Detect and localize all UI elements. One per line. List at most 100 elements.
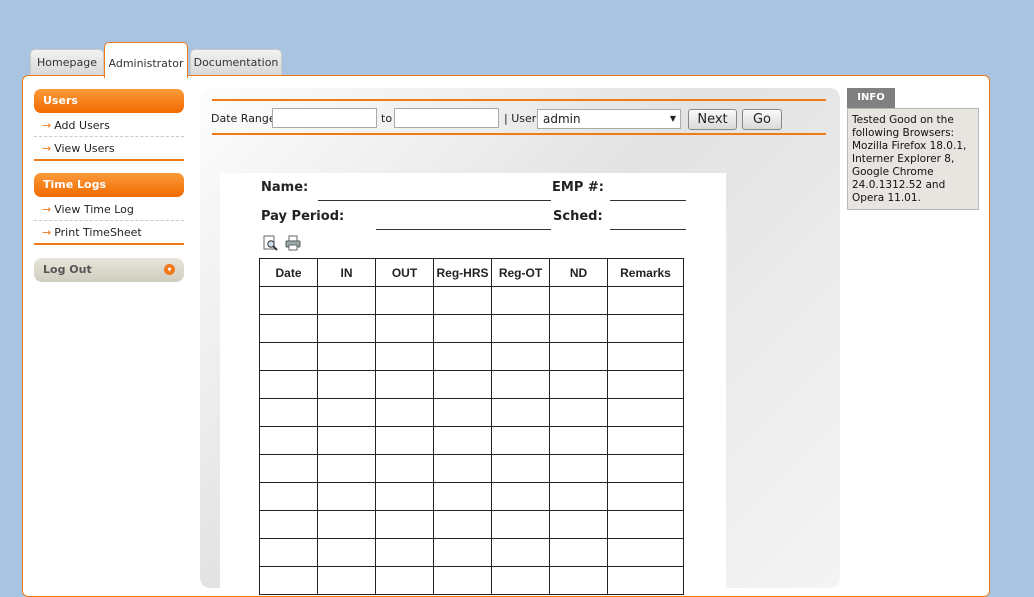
- table-row: [259, 286, 684, 315]
- sidebar-header-users[interactable]: Users: [34, 89, 184, 113]
- user-label: | User: [504, 112, 537, 125]
- column-header: Date: [259, 258, 318, 287]
- table-cell: [375, 538, 434, 567]
- sidebar-header-time-logs[interactable]: Time Logs: [34, 173, 184, 197]
- logout-button[interactable]: Log Out ▾: [34, 258, 184, 282]
- column-header: Remarks: [607, 258, 684, 287]
- table-cell: [549, 454, 608, 483]
- table-cell: [549, 342, 608, 371]
- table-row: [259, 538, 684, 567]
- table-cell: [317, 314, 376, 343]
- column-header: Reg-OT: [491, 258, 550, 287]
- go-button[interactable]: Go: [742, 109, 782, 130]
- table-row: [259, 510, 684, 539]
- table-cell: [433, 286, 492, 315]
- arrow-right-icon: →: [42, 142, 52, 155]
- table-row: [259, 314, 684, 343]
- table-cell: [549, 538, 608, 567]
- sidebar-item-label: View Time Log: [54, 203, 134, 216]
- table-cell: [607, 482, 684, 511]
- table-row: [259, 482, 684, 511]
- table-cell: [607, 314, 684, 343]
- sched-underline: [610, 229, 686, 230]
- table-cell: [491, 398, 550, 427]
- table-cell: [317, 538, 376, 567]
- table-cell: [607, 370, 684, 399]
- table-cell: [433, 398, 492, 427]
- table-cell: [317, 398, 376, 427]
- next-button[interactable]: Next: [688, 109, 737, 130]
- sidebar-item-view-time-log[interactable]: → View Time Log: [34, 198, 184, 221]
- table-row: [259, 566, 684, 595]
- table-cell: [491, 566, 550, 595]
- date-from-input[interactable]: [272, 108, 377, 128]
- name-underline: [318, 200, 551, 201]
- tab-homepage[interactable]: Homepage: [30, 49, 104, 76]
- table-cell: [491, 314, 550, 343]
- table-cell: [549, 566, 608, 595]
- arrow-right-icon: →: [42, 119, 52, 132]
- table-cell: [375, 482, 434, 511]
- table-cell: [433, 426, 492, 455]
- table-cell: [491, 482, 550, 511]
- table-cell: [375, 510, 434, 539]
- table-cell: [491, 286, 550, 315]
- table-cell: [375, 370, 434, 399]
- table-cell: [375, 286, 434, 315]
- column-header: Reg-HRS: [433, 258, 492, 287]
- sidebar-divider: [34, 159, 184, 161]
- table-cell: [491, 342, 550, 371]
- table-cell: [375, 426, 434, 455]
- table-cell: [433, 370, 492, 399]
- tab-administrator[interactable]: Administrator: [104, 42, 188, 78]
- table-cell: [317, 566, 376, 595]
- table-cell: [259, 454, 318, 483]
- table-cell: [549, 398, 608, 427]
- sidebar-item-print-timesheet[interactable]: → Print TimeSheet: [34, 221, 184, 244]
- name-label: Name:: [261, 180, 309, 195]
- column-header: OUT: [375, 258, 434, 287]
- caret-down-icon: ▼: [669, 114, 676, 123]
- table-cell: [433, 566, 492, 595]
- table-cell: [433, 482, 492, 511]
- print-preview-icon[interactable]: [262, 235, 278, 251]
- table-cell: [607, 342, 684, 371]
- table-cell: [259, 566, 318, 595]
- table-cell: [433, 454, 492, 483]
- table-cell: [549, 286, 608, 315]
- sidebar-item-label: View Users: [54, 142, 115, 155]
- to-label: to: [381, 112, 393, 125]
- table-cell: [433, 510, 492, 539]
- sidebar-item-add-users[interactable]: → Add Users: [34, 114, 184, 137]
- table-cell: [549, 370, 608, 399]
- sidebar-item-label: Print TimeSheet: [54, 226, 142, 239]
- sched-label: Sched:: [553, 209, 603, 224]
- table-cell: [317, 454, 376, 483]
- date-to-input[interactable]: [394, 108, 499, 128]
- table-cell: [375, 314, 434, 343]
- info-tab: INFO: [847, 88, 895, 108]
- table-cell: [375, 454, 434, 483]
- arrow-right-icon: →: [42, 203, 52, 216]
- sidebar-item-view-users[interactable]: → View Users: [34, 137, 184, 160]
- table-cell: [259, 398, 318, 427]
- filter-bottom-rule: [212, 133, 826, 135]
- printer-icon[interactable]: [285, 235, 301, 251]
- table-cell: [317, 426, 376, 455]
- emp-underline: [610, 200, 686, 201]
- table-row: [259, 426, 684, 455]
- table-cell: [259, 538, 318, 567]
- table-row: [259, 398, 684, 427]
- table-cell: [317, 342, 376, 371]
- table-cell: [259, 286, 318, 315]
- table-row: [259, 370, 684, 399]
- table-cell: [491, 538, 550, 567]
- table-cell: [607, 426, 684, 455]
- table-cell: [433, 538, 492, 567]
- sidebar-item-label: Add Users: [54, 119, 110, 132]
- table-cell: [317, 510, 376, 539]
- table-cell: [549, 314, 608, 343]
- user-select[interactable]: admin ▼: [537, 109, 681, 129]
- table-cell: [259, 482, 318, 511]
- tab-documentation[interactable]: Documentation: [190, 49, 282, 76]
